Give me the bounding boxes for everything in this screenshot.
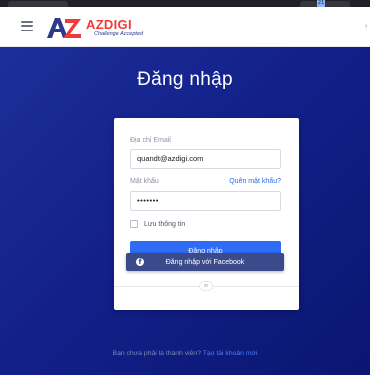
facebook-login-label: Đăng nhập với Facebook bbox=[165, 258, 245, 266]
extension-badge[interactable]: 21 bbox=[317, 0, 325, 7]
facebook-icon: f bbox=[136, 258, 144, 266]
remember-checkbox[interactable] bbox=[130, 220, 138, 228]
brand-logo[interactable]: AZDIGI Challenge Accepted bbox=[45, 15, 143, 41]
password-field[interactable]: ••••••• bbox=[130, 191, 281, 211]
email-field[interactable]: quandt@azdigi.com bbox=[130, 149, 281, 169]
password-label: Mật khẩu bbox=[130, 178, 159, 185]
login-hero: Đăng nhập Địa chỉ Email quandt@azdigi.co… bbox=[0, 47, 370, 375]
more-icon[interactable]: › bbox=[365, 23, 368, 30]
brand-tagline: Challenge Accepted bbox=[94, 31, 144, 37]
remember-me[interactable]: Lưu thông tin bbox=[130, 220, 185, 228]
facebook-login-button[interactable]: f Đăng nhập với Facebook bbox=[126, 253, 284, 271]
signup-link[interactable]: Tạo tài khoản mới bbox=[203, 350, 258, 357]
signup-prompt: Bạn chưa phải là thành viên? Tạo tài kho… bbox=[0, 350, 370, 357]
page-title: Đăng nhập bbox=[137, 69, 233, 90]
signup-text: Bạn chưa phải là thành viên? bbox=[112, 350, 203, 357]
divider: or bbox=[114, 280, 299, 292]
remember-label: Lưu thông tin bbox=[144, 220, 186, 228]
logo-mark-icon bbox=[45, 16, 83, 40]
hamburger-icon[interactable] bbox=[21, 21, 33, 31]
login-card: Địa chỉ Email quandt@azdigi.com Mật khẩu… bbox=[114, 118, 299, 310]
brand-name: AZDIGI bbox=[86, 17, 132, 32]
site-header: AZDIGI Challenge Accepted › bbox=[0, 7, 370, 47]
divider-text: or bbox=[199, 281, 213, 291]
forgot-password-link[interactable]: Quên mật khẩu? bbox=[229, 178, 281, 185]
email-label: Địa chỉ Email bbox=[130, 137, 171, 144]
browser-tab-bar: 21 bbox=[0, 0, 370, 7]
